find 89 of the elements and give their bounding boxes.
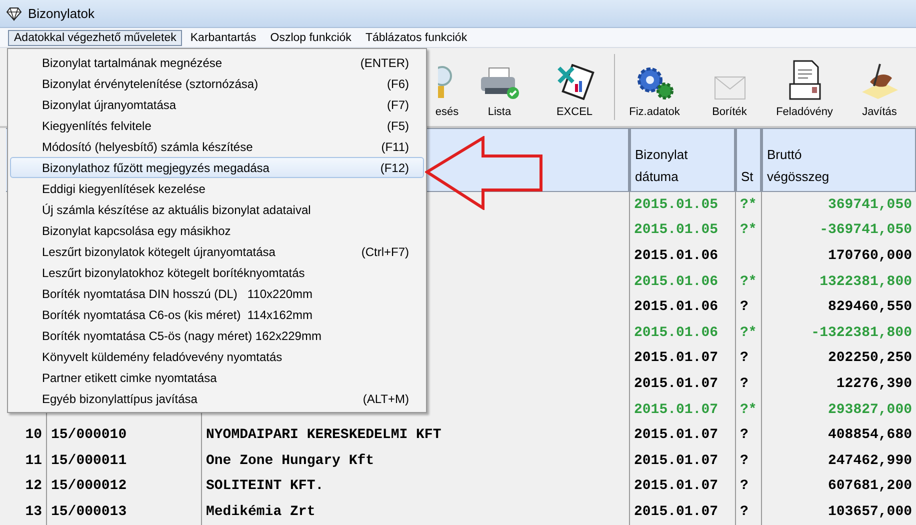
table-cell: ? [735, 294, 761, 320]
payment-data-button[interactable]: Fiz.adatok [619, 48, 690, 126]
row-number: 11 [24, 452, 43, 471]
table-cell: ?* [735, 396, 761, 422]
table-cell: 369741,050 [761, 192, 916, 218]
column-label: Bizonylat dátuma [635, 146, 689, 186]
table-cell: 2015.01.07 [629, 448, 735, 474]
table-cell: 408854,680 [761, 422, 916, 448]
menu-item[interactable]: Módosító (helyesbítő) számla készítése (F11) [10, 136, 424, 157]
table-cell: 15/000011 [46, 448, 201, 474]
menu-item[interactable]: Bizonylat érvénytelenítése (sztornózása) (F6) [10, 73, 424, 94]
table-cell: 202250,250 [761, 346, 916, 372]
table-cell: 2015.01.07 [629, 396, 735, 422]
table-cell: -1322381,800 [761, 320, 916, 346]
table-cell: 247462,990 [761, 448, 916, 474]
table-cell: 2015.01.05 [629, 218, 735, 244]
table-cell: ? [735, 448, 761, 474]
spreadsheet-icon [554, 64, 594, 100]
menu-item[interactable]: Adatokkal végezhető műveletek [8, 30, 182, 46]
menu-item[interactable]: Boríték nyomtatása C5-ös (nagy méret) 162x229mm [10, 325, 424, 346]
menu-item[interactable]: Leszűrt bizonylatokhoz kötegelt borítéknyomtatás [10, 262, 424, 283]
table-cell: ? [735, 371, 761, 397]
table-cell: ?* [735, 218, 761, 244]
table-cell: ?* [735, 268, 761, 294]
menu-item[interactable]: Boríték nyomtatása DIN hosszú (DL) 110x220mm [10, 283, 424, 304]
table-cell: 2015.01.05 [629, 192, 735, 218]
menu-item[interactable]: Karbantartás [184, 30, 262, 46]
table-cell: 2015.01.06 [629, 268, 735, 294]
list-button[interactable]: Lista [464, 48, 535, 126]
table-cell: 15/000012 [46, 474, 201, 500]
column-label: St [741, 168, 754, 186]
table-cell: Medikémia Zrt [201, 499, 629, 525]
menu-item[interactable]: Boríték nyomtatása C6-os (kis méret) 114x162mm [10, 304, 424, 325]
menu-item[interactable]: Bizonylat újranyomtatása (F7) [10, 94, 424, 115]
menu-item[interactable]: Leszűrt bizonylatok kötegelt újranyomtatása (Ctrl+F7) [10, 241, 424, 262]
row-number: 12 [24, 477, 43, 496]
table-cell: NYOMDAIPARI KERESKEDELMI KFT [201, 422, 629, 448]
table-cell: 12276,390 [761, 371, 916, 397]
table-cell: ? [735, 499, 761, 525]
menu-item[interactable]: Bizonylathoz fűzött megjegyzés megadása (F12) [10, 157, 424, 178]
envelope-button[interactable]: Boríték [694, 48, 765, 126]
table-cell: ? [735, 346, 761, 372]
signing-hand-icon [860, 62, 900, 100]
menu-item[interactable]: Eddigi kiegyenlítések kezelése [10, 178, 424, 199]
menu-item[interactable]: Bizonylat kapcsolása egy másikhoz [10, 220, 424, 241]
receipt-button[interactable]: Feladóvény [769, 48, 840, 126]
printer-icon [478, 66, 520, 100]
menu-item[interactable]: Oszlop funkciók [264, 30, 358, 46]
table-cell: -369741,050 [761, 218, 916, 244]
menu-item[interactable]: Egyéb bizonylattípus javítása (ALT+M) [10, 388, 424, 409]
column-label: Bruttó végösszeg [767, 146, 830, 186]
table-cell: ?* [735, 320, 761, 346]
gears-icon [634, 66, 674, 100]
table-cell: ? [735, 422, 761, 448]
window-title: Bizonylatok [28, 6, 94, 21]
table-cell: 15/000013 [46, 499, 201, 525]
menu-item[interactable]: Könyvelt küldemény feladóvevény nyomtatás [10, 346, 424, 367]
edit-button[interactable]: Javítás [844, 48, 915, 126]
table-cell: ? [735, 474, 761, 500]
excel-button[interactable]: EXCEL [539, 48, 610, 126]
diamond-icon [6, 6, 22, 20]
table-cell: SOLITEINT KFT. [201, 474, 629, 500]
table-cell: 2015.01.07 [629, 346, 735, 372]
table-cell: 2015.01.07 [629, 499, 735, 525]
table-cell: 2015.01.06 [629, 320, 735, 346]
menu-item[interactable]: Táblázatos funkciók [359, 30, 474, 46]
row-number: 10 [24, 426, 43, 446]
table-cell: 829460,550 [761, 294, 916, 320]
table-cell: 2015.01.06 [629, 294, 735, 320]
menu-item[interactable]: Partner etikett cimke nyomtatása [10, 367, 424, 388]
table-cell: 15/000010 [46, 422, 201, 448]
envelope-icon [714, 76, 746, 100]
table-cell: 2015.01.07 [629, 371, 735, 397]
table-cell: 607681,200 [761, 474, 916, 500]
table-cell: 2015.01.06 [629, 243, 735, 269]
menu-item[interactable]: Bizonylat tartalmának megnézése (ENTER) [10, 52, 424, 73]
search-button[interactable]: esés [434, 48, 460, 126]
table-cell: 2015.01.07 [629, 422, 735, 448]
table-cell: One Zone Hungary Kft [201, 448, 629, 474]
table-cell: ?* [735, 192, 761, 218]
menu-item[interactable]: Új számla készítése az aktuális bizonylat adataival [10, 199, 424, 220]
table-cell: 293827,000 [761, 396, 916, 422]
table-cell: 2015.01.07 [629, 474, 735, 500]
menu-item[interactable]: Kiegyenlítés felvitele (F5) [10, 115, 424, 136]
row-number: 13 [24, 502, 43, 522]
document-icon [788, 60, 822, 100]
table-cell: 1322381,800 [761, 268, 916, 294]
table-cell: 103657,000 [761, 499, 916, 525]
table-cell: 170760,000 [761, 243, 916, 269]
